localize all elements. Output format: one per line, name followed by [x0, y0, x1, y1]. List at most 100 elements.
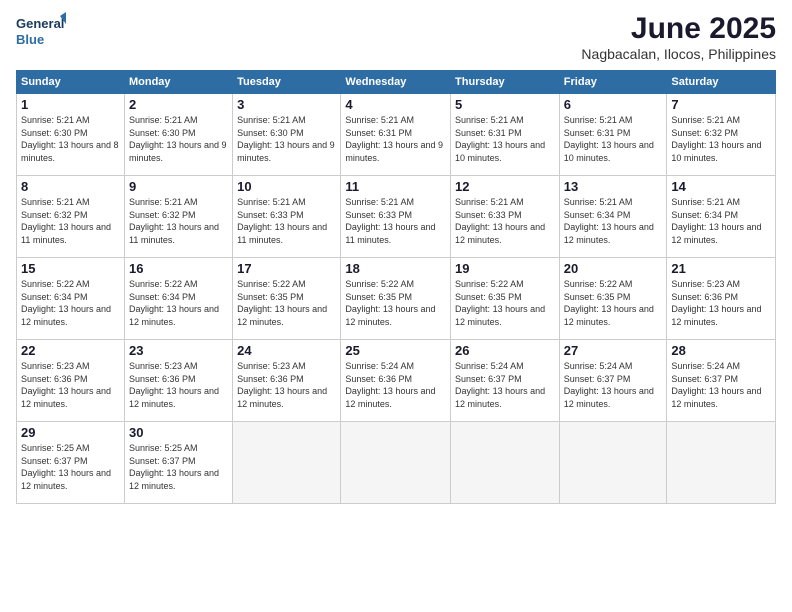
cell-day-number: 4: [345, 97, 446, 112]
calendar-cell: 8 Sunrise: 5:21 AM Sunset: 6:32 PM Dayli…: [17, 176, 125, 258]
cell-day-number: 5: [455, 97, 555, 112]
cell-day-number: 18: [345, 261, 446, 276]
calendar-cell: 28 Sunrise: 5:24 AM Sunset: 6:37 PM Dayl…: [667, 340, 776, 422]
cell-info: Sunrise: 5:21 AM Sunset: 6:30 PM Dayligh…: [21, 114, 120, 164]
cell-day-number: 15: [21, 261, 120, 276]
cell-day-number: 30: [129, 425, 228, 440]
cell-info: Sunrise: 5:21 AM Sunset: 6:31 PM Dayligh…: [564, 114, 663, 164]
cell-info: Sunrise: 5:22 AM Sunset: 6:35 PM Dayligh…: [237, 278, 336, 328]
calendar-cell: 7 Sunrise: 5:21 AM Sunset: 6:32 PM Dayli…: [667, 94, 776, 176]
calendar-cell: 25 Sunrise: 5:24 AM Sunset: 6:36 PM Dayl…: [341, 340, 451, 422]
cell-info: Sunrise: 5:22 AM Sunset: 6:35 PM Dayligh…: [345, 278, 446, 328]
header: General Blue June 2025 Nagbacalan, Iloco…: [16, 12, 776, 62]
cell-info: Sunrise: 5:21 AM Sunset: 6:31 PM Dayligh…: [455, 114, 555, 164]
cell-info: Sunrise: 5:21 AM Sunset: 6:30 PM Dayligh…: [237, 114, 336, 164]
calendar-cell: 1 Sunrise: 5:21 AM Sunset: 6:30 PM Dayli…: [17, 94, 125, 176]
header-saturday: Saturday: [667, 71, 776, 94]
calendar-cell: 11 Sunrise: 5:21 AM Sunset: 6:33 PM Dayl…: [341, 176, 451, 258]
cell-day-number: 23: [129, 343, 228, 358]
calendar-cell: 22 Sunrise: 5:23 AM Sunset: 6:36 PM Dayl…: [17, 340, 125, 422]
cell-day-number: 14: [671, 179, 771, 194]
calendar-cell: [341, 422, 451, 504]
calendar-cell: 21 Sunrise: 5:23 AM Sunset: 6:36 PM Dayl…: [667, 258, 776, 340]
calendar-week-2: 8 Sunrise: 5:21 AM Sunset: 6:32 PM Dayli…: [17, 176, 776, 258]
title-block: June 2025 Nagbacalan, Ilocos, Philippine…: [581, 12, 776, 62]
calendar-cell: 6 Sunrise: 5:21 AM Sunset: 6:31 PM Dayli…: [559, 94, 667, 176]
cell-info: Sunrise: 5:21 AM Sunset: 6:32 PM Dayligh…: [671, 114, 771, 164]
cell-day-number: 11: [345, 179, 446, 194]
cell-info: Sunrise: 5:24 AM Sunset: 6:37 PM Dayligh…: [455, 360, 555, 410]
svg-text:General: General: [16, 16, 64, 31]
header-friday: Friday: [559, 71, 667, 94]
cell-day-number: 24: [237, 343, 336, 358]
calendar-cell: 13 Sunrise: 5:21 AM Sunset: 6:34 PM Dayl…: [559, 176, 667, 258]
cell-info: Sunrise: 5:21 AM Sunset: 6:33 PM Dayligh…: [455, 196, 555, 246]
cell-day-number: 22: [21, 343, 120, 358]
calendar-cell: 3 Sunrise: 5:21 AM Sunset: 6:30 PM Dayli…: [233, 94, 341, 176]
cell-day-number: 6: [564, 97, 663, 112]
logo: General Blue: [16, 12, 66, 50]
cell-day-number: 25: [345, 343, 446, 358]
cell-info: Sunrise: 5:22 AM Sunset: 6:35 PM Dayligh…: [564, 278, 663, 328]
calendar-cell: 23 Sunrise: 5:23 AM Sunset: 6:36 PM Dayl…: [124, 340, 232, 422]
calendar-week-4: 22 Sunrise: 5:23 AM Sunset: 6:36 PM Dayl…: [17, 340, 776, 422]
cell-info: Sunrise: 5:22 AM Sunset: 6:34 PM Dayligh…: [129, 278, 228, 328]
cell-day-number: 1: [21, 97, 120, 112]
cell-day-number: 3: [237, 97, 336, 112]
cell-info: Sunrise: 5:22 AM Sunset: 6:34 PM Dayligh…: [21, 278, 120, 328]
calendar-cell: 16 Sunrise: 5:22 AM Sunset: 6:34 PM Dayl…: [124, 258, 232, 340]
cell-info: Sunrise: 5:21 AM Sunset: 6:32 PM Dayligh…: [129, 196, 228, 246]
header-tuesday: Tuesday: [233, 71, 341, 94]
cell-info: Sunrise: 5:21 AM Sunset: 6:32 PM Dayligh…: [21, 196, 120, 246]
main-title: June 2025: [581, 12, 776, 46]
calendar-cell: 14 Sunrise: 5:21 AM Sunset: 6:34 PM Dayl…: [667, 176, 776, 258]
cell-day-number: 9: [129, 179, 228, 194]
calendar-cell: 17 Sunrise: 5:22 AM Sunset: 6:35 PM Dayl…: [233, 258, 341, 340]
header-wednesday: Wednesday: [341, 71, 451, 94]
calendar-header-row: SundayMondayTuesdayWednesdayThursdayFrid…: [17, 71, 776, 94]
cell-day-number: 26: [455, 343, 555, 358]
calendar-cell: 29 Sunrise: 5:25 AM Sunset: 6:37 PM Dayl…: [17, 422, 125, 504]
cell-info: Sunrise: 5:24 AM Sunset: 6:37 PM Dayligh…: [564, 360, 663, 410]
cell-info: Sunrise: 5:23 AM Sunset: 6:36 PM Dayligh…: [671, 278, 771, 328]
cell-day-number: 21: [671, 261, 771, 276]
cell-info: Sunrise: 5:21 AM Sunset: 6:33 PM Dayligh…: [237, 196, 336, 246]
svg-text:Blue: Blue: [16, 32, 44, 47]
cell-info: Sunrise: 5:24 AM Sunset: 6:36 PM Dayligh…: [345, 360, 446, 410]
cell-day-number: 20: [564, 261, 663, 276]
calendar-cell: 19 Sunrise: 5:22 AM Sunset: 6:35 PM Dayl…: [451, 258, 560, 340]
calendar-cell: 9 Sunrise: 5:21 AM Sunset: 6:32 PM Dayli…: [124, 176, 232, 258]
header-thursday: Thursday: [451, 71, 560, 94]
subtitle: Nagbacalan, Ilocos, Philippines: [581, 46, 776, 62]
calendar-cell: 4 Sunrise: 5:21 AM Sunset: 6:31 PM Dayli…: [341, 94, 451, 176]
cell-day-number: 10: [237, 179, 336, 194]
calendar: SundayMondayTuesdayWednesdayThursdayFrid…: [16, 70, 776, 504]
cell-info: Sunrise: 5:23 AM Sunset: 6:36 PM Dayligh…: [237, 360, 336, 410]
page: General Blue June 2025 Nagbacalan, Iloco…: [0, 0, 792, 612]
cell-day-number: 28: [671, 343, 771, 358]
cell-day-number: 8: [21, 179, 120, 194]
header-monday: Monday: [124, 71, 232, 94]
calendar-cell: [667, 422, 776, 504]
cell-day-number: 12: [455, 179, 555, 194]
calendar-cell: 20 Sunrise: 5:22 AM Sunset: 6:35 PM Dayl…: [559, 258, 667, 340]
cell-day-number: 13: [564, 179, 663, 194]
cell-info: Sunrise: 5:21 AM Sunset: 6:31 PM Dayligh…: [345, 114, 446, 164]
calendar-cell: 10 Sunrise: 5:21 AM Sunset: 6:33 PM Dayl…: [233, 176, 341, 258]
cell-info: Sunrise: 5:25 AM Sunset: 6:37 PM Dayligh…: [129, 442, 228, 492]
calendar-cell: 5 Sunrise: 5:21 AM Sunset: 6:31 PM Dayli…: [451, 94, 560, 176]
cell-day-number: 19: [455, 261, 555, 276]
calendar-cell: 15 Sunrise: 5:22 AM Sunset: 6:34 PM Dayl…: [17, 258, 125, 340]
cell-day-number: 16: [129, 261, 228, 276]
cell-day-number: 7: [671, 97, 771, 112]
cell-info: Sunrise: 5:21 AM Sunset: 6:30 PM Dayligh…: [129, 114, 228, 164]
cell-day-number: 29: [21, 425, 120, 440]
calendar-week-3: 15 Sunrise: 5:22 AM Sunset: 6:34 PM Dayl…: [17, 258, 776, 340]
calendar-cell: 2 Sunrise: 5:21 AM Sunset: 6:30 PM Dayli…: [124, 94, 232, 176]
cell-info: Sunrise: 5:23 AM Sunset: 6:36 PM Dayligh…: [129, 360, 228, 410]
calendar-cell: 27 Sunrise: 5:24 AM Sunset: 6:37 PM Dayl…: [559, 340, 667, 422]
calendar-week-5: 29 Sunrise: 5:25 AM Sunset: 6:37 PM Dayl…: [17, 422, 776, 504]
calendar-cell: 24 Sunrise: 5:23 AM Sunset: 6:36 PM Dayl…: [233, 340, 341, 422]
calendar-cell: 30 Sunrise: 5:25 AM Sunset: 6:37 PM Dayl…: [124, 422, 232, 504]
calendar-cell: 12 Sunrise: 5:21 AM Sunset: 6:33 PM Dayl…: [451, 176, 560, 258]
